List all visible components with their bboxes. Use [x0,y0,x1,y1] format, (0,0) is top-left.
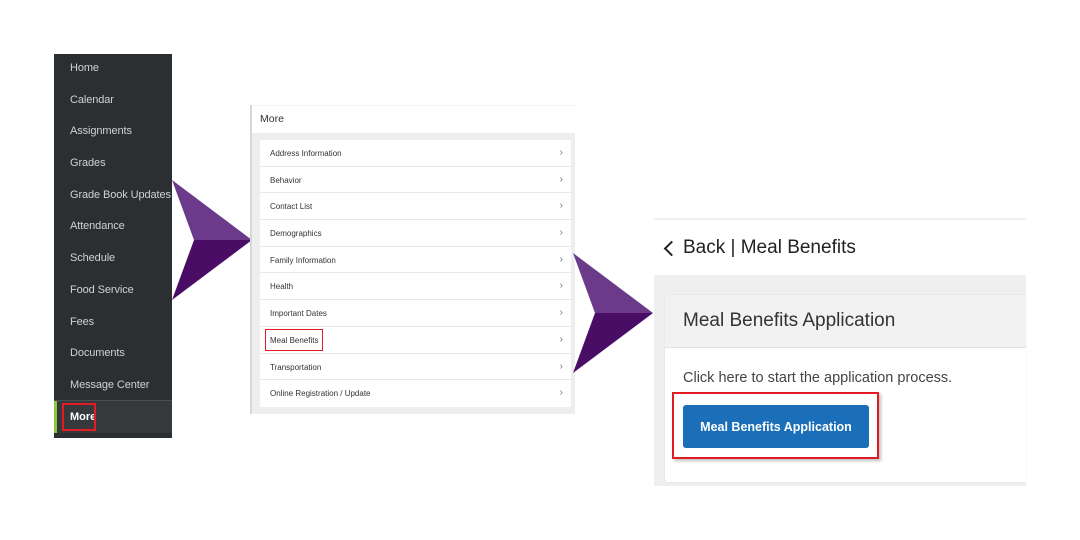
meal-benefits-application-button[interactable]: Meal Benefits Application [683,405,869,448]
card-description: Click here to start the application proc… [683,370,953,386]
meal-benefits-panel: Back | Meal Benefits Meal Benefits Appli… [654,218,1026,486]
chevron-right-icon: › [559,387,563,399]
chevron-right-icon: › [559,253,563,265]
arrow-upper-half [573,253,653,313]
list-item-label: Meal Benefits [270,335,319,345]
more-panel-title: More [260,113,284,125]
chevron-right-icon: › [559,307,563,319]
sidebar-item-message-center[interactable]: Message Center [70,379,149,391]
list-item-demographics[interactable]: Demographics › [260,220,571,247]
sidebar-nav: Home Calendar Assignments Grades Grade B… [54,54,172,438]
list-item-health[interactable]: Health › [260,273,571,301]
list-item-behavior[interactable]: Behavior › [260,167,571,194]
arrow-lower-half [573,313,653,373]
more-highlight-box [62,403,96,431]
chevron-right-icon: › [559,360,563,372]
list-item-transportation[interactable]: Transportation › [260,354,571,381]
list-item-online-registration[interactable]: Online Registration / Update › [260,380,571,407]
card-header: Meal Benefits Application [665,295,1026,348]
list-item-label: Demographics [270,229,322,239]
chevron-right-icon: › [559,147,563,158]
step-arrow-icon [172,180,252,300]
arrow-lower-half [172,240,252,300]
more-panel: More Address Information › Behavior › Co… [250,105,575,414]
back-link[interactable]: Back | Meal Benefits [663,237,856,259]
active-indicator [54,401,57,433]
chevron-right-icon: › [559,280,563,292]
sidebar-item-grade-book-updates[interactable]: Grade Book Updates [70,189,171,201]
list-item-meal-benefits[interactable]: Meal Benefits › [260,327,571,354]
sidebar-item-grades[interactable]: Grades [70,157,106,169]
list-item-label: Important Dates [270,309,327,319]
list-item-label: Online Registration / Update [270,389,371,399]
list-item-label: Transportation [270,362,322,372]
chevron-right-icon: › [559,333,563,345]
list-item-label: Family Information [270,255,336,265]
sidebar-item-schedule[interactable]: Schedule [70,252,115,264]
step-arrow-icon [573,253,653,373]
list-item-label: Health [270,282,294,292]
card-title: Meal Benefits Application [683,310,896,331]
list-item-label: Address Information [270,149,342,158]
sidebar-item-documents[interactable]: Documents [70,347,125,359]
list-item-family-information[interactable]: Family Information › [260,247,571,274]
sidebar-item-assignments[interactable]: Assignments [70,125,132,137]
list-item-label: Behavior [270,175,302,185]
sidebar-item-attendance[interactable]: Attendance [70,220,125,232]
more-list: Address Information › Behavior › Contact… [260,140,571,407]
chevron-right-icon: › [559,200,563,212]
sidebar-item-calendar[interactable]: Calendar [70,94,114,106]
list-item-address-information[interactable]: Address Information › [260,140,571,167]
more-panel-header: More [252,105,575,133]
sidebar-item-home[interactable]: Home [70,62,99,74]
arrow-upper-half [172,180,252,240]
back-link-label: Back | Meal Benefits [683,237,856,258]
chevron-right-icon: › [559,173,563,185]
list-item-important-dates[interactable]: Important Dates › [260,300,571,327]
list-item-contact-list[interactable]: Contact List › [260,193,571,221]
list-item-label: Contact List [270,202,313,212]
sidebar-item-food-service[interactable]: Food Service [70,284,134,296]
chevron-left-icon [663,240,680,256]
meal-benefits-card: Meal Benefits Application Click here to … [665,295,1026,482]
chevron-right-icon: › [559,227,563,239]
sidebar-item-fees[interactable]: Fees [70,316,94,328]
meal-benefits-header: Back | Meal Benefits [654,218,1026,275]
